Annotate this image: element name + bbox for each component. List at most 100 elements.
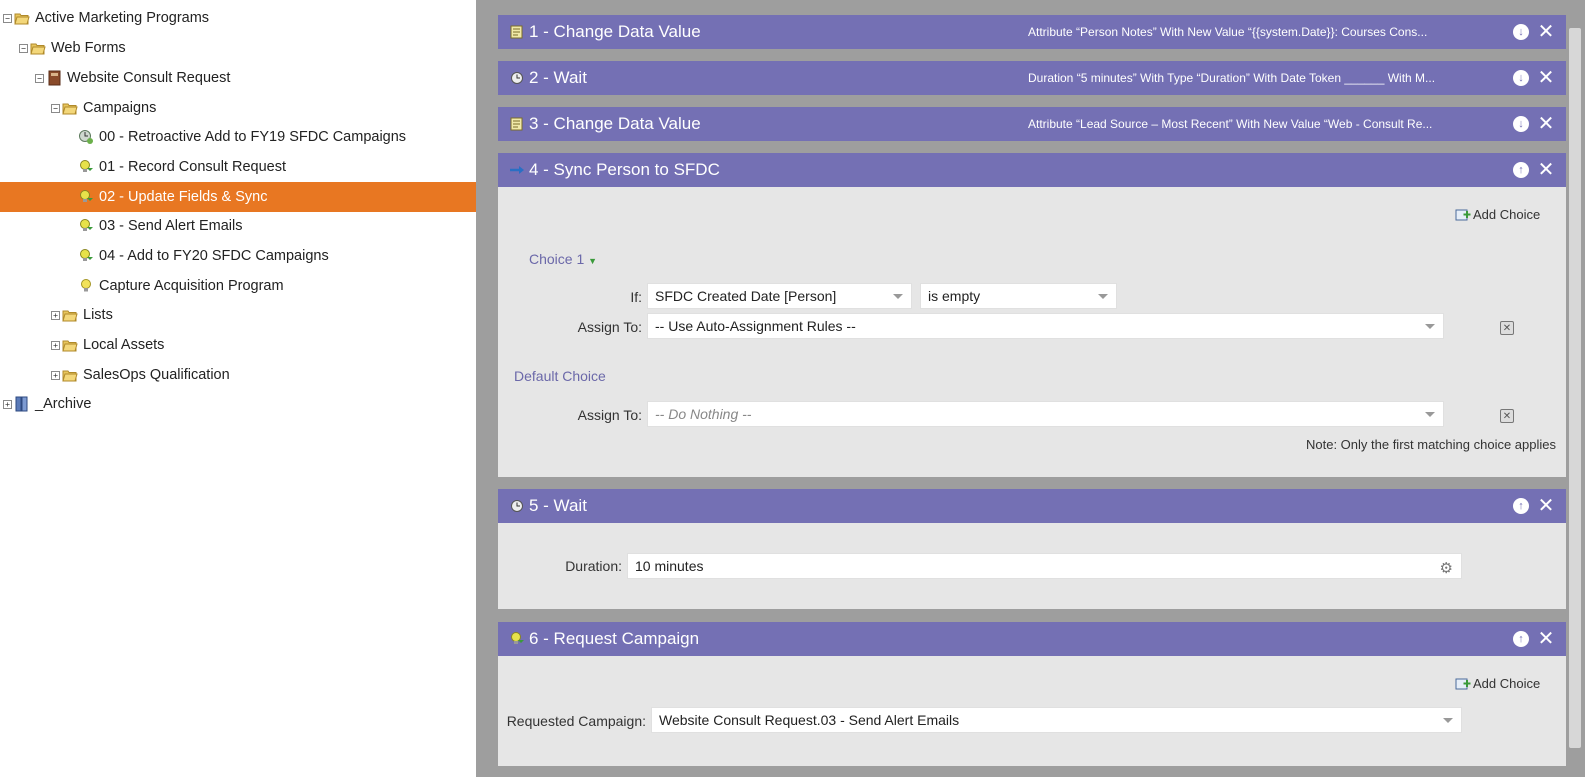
request-campaign-icon <box>509 631 525 647</box>
tree-item-salesops-qualification[interactable]: + SalesOps Qualification <box>0 360 476 390</box>
batch-campaign-icon <box>78 129 94 145</box>
step-title: 1 - Change Data Value <box>529 22 701 41</box>
trigger-campaign-icon <box>78 189 94 205</box>
assign-to-select[interactable]: -- Use Auto-Assignment Rules -- <box>647 313 1444 339</box>
move-up-icon[interactable]: ↑ <box>1513 162 1529 178</box>
tree-item-label: _Archive <box>35 396 92 412</box>
close-icon[interactable]: ✕ <box>1538 22 1555 42</box>
tree-item-campaign-02[interactable]: 02 - Update Fields & Sync <box>0 182 476 212</box>
step-title: 5 - Wait <box>529 496 587 515</box>
expand-icon[interactable]: + <box>51 370 60 380</box>
chevron-down-icon <box>1425 324 1435 329</box>
close-icon[interactable]: ✕ <box>1538 629 1555 649</box>
requested-campaign-value: Website Consult Request.03 - Send Alert … <box>659 712 960 728</box>
flow-step-2-header[interactable]: 2 - Wait Duration “5 minutes” With Type … <box>498 61 1566 95</box>
default-choice-label: Default Choice <box>514 368 606 384</box>
expand-icon[interactable]: + <box>51 310 60 320</box>
wait-icon <box>509 498 525 514</box>
flow-scrollbar[interactable] <box>1569 28 1581 748</box>
tree-item-label: 03 - Send Alert Emails <box>99 218 243 234</box>
tree-item-website-consult-request[interactable]: − Website Consult Request <box>0 63 476 93</box>
step-title: 6 - Request Campaign <box>529 629 700 648</box>
close-icon[interactable]: ✕ <box>1538 160 1555 180</box>
if-label: If: <box>630 289 642 305</box>
tree-item-local-assets[interactable]: + Local Assets <box>0 330 476 360</box>
tree-item-active-marketing-programs[interactable]: − Active Marketing Programs <box>0 3 476 33</box>
tree-item-label: 00 - Retroactive Add to FY19 SFDC Campai… <box>99 129 407 145</box>
tree-item-campaign-03[interactable]: 03 - Send Alert Emails <box>0 211 476 241</box>
choice-1-label: Choice 1 <box>529 251 585 267</box>
tree-item-label: 01 - Record Consult Request <box>99 159 286 175</box>
gear-icon[interactable]: ⚙ <box>1440 559 1453 577</box>
tree-item-label: Web Forms <box>51 40 126 56</box>
chevron-down-icon <box>1443 718 1453 723</box>
flow-step-6-header[interactable]: 6 - Request Campaign ↑ ✕ <box>498 622 1566 656</box>
add-choice-button[interactable]: Add Choice <box>1455 207 1540 222</box>
flow-step-6-body: Add Choice Requested Campaign: Website C… <box>498 656 1566 766</box>
assign-to-value: -- Use Auto-Assignment Rules -- <box>655 318 856 334</box>
if-field-select[interactable]: SFDC Created Date [Person] <box>647 283 912 309</box>
collapse-icon[interactable]: − <box>51 103 60 113</box>
folder-icon <box>62 367 78 383</box>
chevron-down-icon <box>1098 294 1108 299</box>
if-operator-select[interactable]: is empty <box>920 283 1117 309</box>
step-title: 3 - Change Data Value <box>529 114 701 133</box>
flow-step-4-header[interactable]: 4 - Sync Person to SFDC ↑ ✕ <box>498 153 1566 187</box>
default-assign-to-label: Assign To: <box>577 407 642 423</box>
move-up-icon[interactable]: ↑ <box>1513 498 1529 514</box>
add-choice-label: Add Choice <box>1473 207 1541 222</box>
default-assign-to-value: -- Do Nothing -- <box>655 406 752 422</box>
tree-item-archive[interactable]: + _Archive <box>0 389 476 419</box>
expand-icon[interactable]: + <box>3 399 12 409</box>
choice-1-link[interactable]: Choice 1 ▼ <box>529 251 597 267</box>
close-icon[interactable]: ✕ <box>1538 68 1555 88</box>
chevron-down-icon <box>893 294 903 299</box>
default-assign-to-select[interactable]: -- Do Nothing -- <box>647 401 1444 427</box>
flow-step-3-header[interactable]: 3 - Change Data Value Attribute “Lead So… <box>498 107 1566 141</box>
folder-icon <box>62 307 78 323</box>
sync-icon <box>509 162 525 178</box>
collapse-icon[interactable]: − <box>19 43 28 53</box>
collapse-icon[interactable]: − <box>35 73 44 83</box>
folder-open-icon <box>62 100 78 116</box>
tree-item-web-forms[interactable]: − Web Forms <box>0 33 476 63</box>
tree-item-campaign-01[interactable]: 01 - Record Consult Request <box>0 152 476 182</box>
step-summary: Attribute “Lead Source – Most Recent” Wi… <box>1028 117 1433 131</box>
move-down-icon[interactable]: ↓ <box>1513 116 1529 132</box>
tree-item-capture-acquisition-program[interactable]: Capture Acquisition Program <box>0 271 476 301</box>
delete-default-choice-icon[interactable]: ✕ <box>1500 409 1514 423</box>
trigger-campaign-icon <box>78 248 94 264</box>
tree-item-campaign-00[interactable]: 00 - Retroactive Add to FY19 SFDC Campai… <box>0 122 476 152</box>
move-down-icon[interactable]: ↓ <box>1513 70 1529 86</box>
collapse-icon[interactable]: − <box>3 13 12 23</box>
flow-panel: 1 - Change Data Value Attribute “Person … <box>476 0 1585 777</box>
delete-choice-icon[interactable]: ✕ <box>1500 321 1514 335</box>
step-title: 4 - Sync Person to SFDC <box>529 160 720 179</box>
tree-item-campaign-04[interactable]: 04 - Add to FY20 SFDC Campaigns <box>0 241 476 271</box>
duration-value: 10 minutes <box>635 558 704 574</box>
requested-campaign-label: Requested Campaign: <box>506 713 646 729</box>
flow-step-1-header[interactable]: 1 - Change Data Value Attribute “Person … <box>498 15 1566 49</box>
close-icon[interactable]: ✕ <box>1538 496 1555 516</box>
flow-step-5-body: Duration: 10 minutes ⚙ <box>498 523 1566 609</box>
add-choice-icon <box>1455 208 1471 222</box>
folder-open-icon <box>30 40 46 56</box>
tree-item-label: Capture Acquisition Program <box>99 278 284 294</box>
change-data-icon <box>509 24 525 40</box>
tree-item-label: Active Marketing Programs <box>35 10 210 26</box>
move-up-icon[interactable]: ↑ <box>1513 631 1529 647</box>
add-choice-button[interactable]: Add Choice <box>1455 676 1540 691</box>
requested-campaign-select[interactable]: Website Consult Request.03 - Send Alert … <box>651 707 1462 733</box>
duration-input[interactable]: 10 minutes ⚙ <box>627 553 1462 579</box>
expand-icon[interactable]: + <box>51 340 60 350</box>
tree-item-label: 02 - Update Fields & Sync <box>99 189 268 205</box>
flow-step-5-header[interactable]: 5 - Wait ↑ ✕ <box>498 489 1566 523</box>
move-down-icon[interactable]: ↓ <box>1513 24 1529 40</box>
tree-item-lists[interactable]: + Lists <box>0 300 476 330</box>
close-icon[interactable]: ✕ <box>1538 114 1555 134</box>
tree-item-campaigns[interactable]: − Campaigns <box>0 93 476 123</box>
if-field-value: SFDC Created Date [Person] <box>655 288 837 304</box>
tree-item-label: Website Consult Request <box>67 70 231 86</box>
step-summary: Attribute “Person Notes” With New Value … <box>1028 25 1428 39</box>
chevron-down-icon <box>1425 412 1435 417</box>
